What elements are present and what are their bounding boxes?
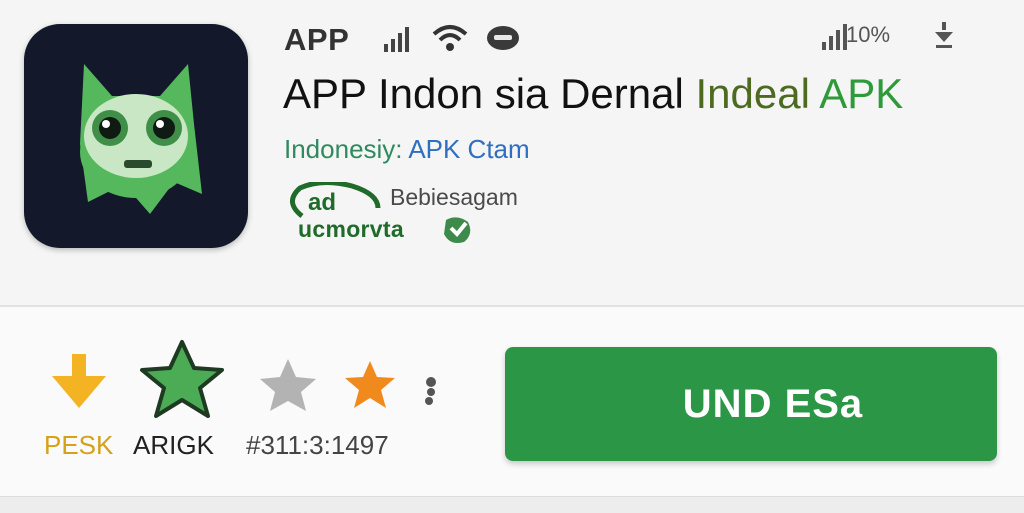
app-subtitle: Indonesiy: APK Ctam [284,134,530,165]
app-icon [24,24,248,248]
install-button[interactable]: UND ESa [505,347,997,461]
app-title-accent: Indeal [695,70,820,117]
stat-label-downloads: PESK [44,430,114,460]
battery-text: 10% [846,22,891,47]
download-arrow-icon[interactable] [932,20,956,50]
download-arrow-icon [52,354,106,408]
chat-bubble-icon [487,26,519,50]
gray-star-icon [260,359,316,411]
green-star-icon [140,340,224,418]
status-icons-group [384,25,519,52]
mascot-icon [80,64,202,214]
developer-name-line2[interactable]: ucmorvta [298,216,404,243]
status-app-label: APP [284,22,350,57]
signal-bars-icon [822,24,847,50]
developer-name-line1[interactable]: Bebiesagam [390,184,518,211]
stat-label-rating: ARIGK [133,430,214,460]
app-title-main: APP Indon sia Dernal [283,70,696,117]
app-title: APP Indon sia Dernal Indeal APK [283,70,903,118]
bottom-divider [0,496,1024,513]
wifi-icon [432,25,468,51]
verified-badge-icon [444,217,471,243]
signal-bars-icon [384,27,409,52]
subtitle-prefix: Indonesiy: [284,134,409,164]
orange-star-icon [345,361,395,408]
developer-logo-text: ad [308,189,336,216]
more-dots-icon[interactable] [422,376,440,406]
stat-label-count: #311:3:1497 [246,430,389,460]
app-title-apk: APK [819,70,904,117]
subtitle-link[interactable]: APK Ctam [408,134,529,164]
